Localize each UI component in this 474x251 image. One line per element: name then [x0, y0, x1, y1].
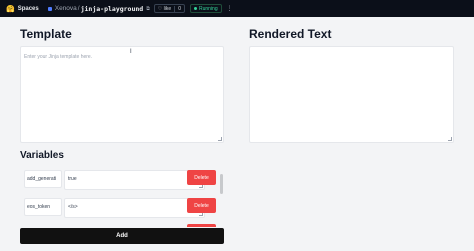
like-segment[interactable]: ♡ like — [155, 6, 174, 12]
top-bar: 🤗 Spaces Xenova / jinja-playground ⧉ ♡ l… — [0, 0, 474, 17]
variable-value-input[interactable]: </s> — [64, 198, 205, 218]
add-variable-button[interactable]: Add — [20, 228, 224, 244]
hugging-face-logo-icon[interactable]: 🤗 — [6, 5, 15, 13]
delete-button[interactable]: Delete — [187, 170, 216, 185]
variable-value: </s> — [68, 204, 78, 210]
owner-link[interactable]: Xenova — [55, 5, 77, 12]
variable-key-input[interactable]: eos_token — [24, 198, 62, 216]
variables-title: Variables — [20, 150, 64, 161]
status-label: Running — [198, 5, 218, 12]
status-dot-icon — [193, 7, 197, 10]
variable-value: true — [68, 176, 77, 182]
owner-avatar-icon — [47, 6, 52, 11]
variable-key-input[interactable]: add_generati — [24, 170, 62, 188]
like-label: like — [163, 5, 172, 12]
partial-delete-button[interactable] — [187, 224, 216, 227]
template-placeholder: Enter your Jinja template here. — [24, 54, 93, 60]
text-cursor-icon: I — [130, 49, 132, 55]
variables-scrollbar[interactable] — [220, 174, 223, 194]
rendered-text-output[interactable] — [249, 46, 454, 143]
path-separator: / — [77, 5, 80, 12]
status-badge[interactable]: Running — [189, 4, 222, 13]
template-input[interactable]: Enter your Jinja template here. I — [20, 46, 224, 143]
like-count: 0 — [174, 5, 184, 12]
delete-button[interactable]: Delete — [187, 198, 216, 213]
more-options-icon[interactable]: ⋮ — [227, 5, 233, 12]
rendered-text-title: Rendered Text — [249, 27, 332, 41]
template-title: Template — [20, 27, 72, 41]
variable-row: eos_token </s> Delete — [20, 196, 225, 220]
resize-handle-icon[interactable] — [448, 137, 452, 141]
variable-row: add_generati true Delete — [20, 168, 225, 192]
copy-icon[interactable]: ⧉ — [146, 6, 150, 12]
repo-name-link[interactable]: jinja-playground — [81, 5, 144, 13]
variable-value-input[interactable]: true — [64, 170, 205, 190]
resize-handle-icon[interactable] — [218, 137, 222, 141]
spaces-link[interactable]: Spaces — [18, 6, 39, 12]
like-button[interactable]: ♡ like 0 — [153, 4, 185, 13]
